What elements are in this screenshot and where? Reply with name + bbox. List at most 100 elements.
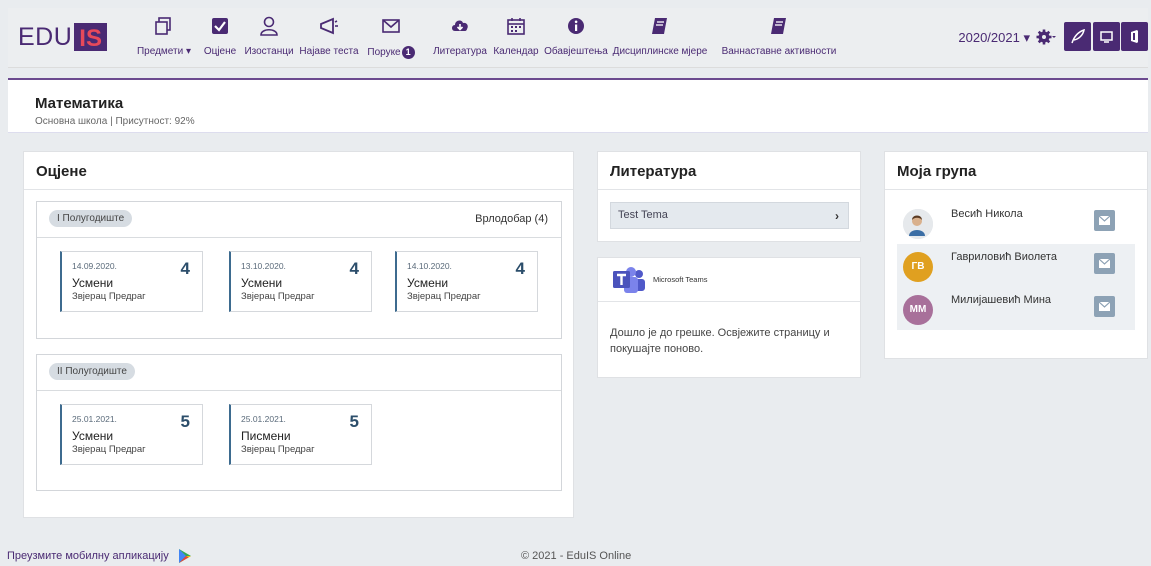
page-subtitle: Основна школа | Присутност: 92% [35,116,195,127]
office-button[interactable] [1121,22,1148,51]
chevron-down-icon: ▾ [185,46,191,57]
copyright-text: © 2021 - EduIS Online [521,550,632,562]
grade-teacher: Звјерац Предраг [241,291,315,302]
book-icon [771,18,786,34]
grades-panel-title: Оцјене [36,163,87,180]
calendar-icon [507,18,525,35]
feather-button[interactable] [1064,22,1091,51]
nav-label-literature: Литература [433,46,487,57]
book-icon [652,18,667,34]
group-panel-title: Моја група [897,163,977,180]
term-header: I Полугодиште Врлодобар (4) [37,202,561,238]
term-label: II Полугодиште [49,363,135,380]
book-open-icon [1100,31,1113,43]
chevron-down-icon: ▾ [1023,30,1030,45]
grade-card[interactable]: 25.01.2021. 5 Писмени Звјерац Предраг [229,404,372,465]
term-summary: Врлодобар (4) [475,213,548,225]
literature-item[interactable]: Test Tema › [610,202,849,229]
nav-label-disciplinary-measures: Дисциплинске мјере [612,46,708,57]
download-app-link[interactable]: Преузмите мобилну апликацију [7,550,169,562]
nav-item-extracurricular[interactable]: Ваннаставне активности [713,12,845,64]
microsoft-teams-icon [613,267,645,293]
grade-type: Усмени [72,429,114,443]
literature-panel: Литература Test Tema › [597,151,861,242]
grade-card[interactable]: 13.10.2020. 4 Усмени Звјерац Предраг [229,251,372,312]
member-name: Гавриловић Виолета [951,251,1057,263]
group-member-row: Весић Никола [897,201,1135,244]
member-name: Милијашевић Мина [951,294,1052,306]
subject-header-card: Математика Основна школа | Присутност: 9… [8,78,1148,133]
send-message-button[interactable] [1094,253,1115,274]
nav-item-disciplinary-measures[interactable]: Дисциплинске мјере [610,12,710,64]
grade-date: 14.10.2020. [407,261,452,271]
avatar [903,209,933,239]
nav-item-literature[interactable]: Литература [431,12,489,64]
term-card-first: I Полугодиште Врлодобар (4) 14.09.2020. … [36,201,562,339]
teams-label: Microsoft Teams [653,275,708,284]
nav-label-test-announcements: Најаве теста [299,46,359,57]
grade-card[interactable]: 14.10.2020. 4 Усмени Звјерац Предраг [395,251,538,312]
error-message: Дошло је до грешке. Освјежите страницу и… [610,327,830,355]
grade-value: 4 [515,259,525,278]
megaphone-icon [320,17,338,35]
grade-value: 5 [180,412,190,431]
logo-box: IS [74,23,107,52]
nav-item-calendar[interactable]: Календар [490,12,542,64]
avatar: ГВ [903,252,933,282]
grade-type: Усмени [407,276,449,290]
send-message-button[interactable] [1094,210,1115,231]
literature-panel-title: Литература [610,163,697,180]
teams-panel: Microsoft Teams Дошло је до грешке. Освј… [597,257,861,378]
grade-date: 13.10.2020. [241,261,286,271]
nav-item-grades[interactable]: Оцјене [201,12,239,64]
person-photo-icon [903,209,933,239]
divider [885,189,1147,190]
user-outline-icon [260,16,278,36]
envelope-icon [1099,259,1110,268]
grade-type: Усмени [72,276,114,290]
envelope-icon [382,19,400,33]
nav-item-subjects[interactable]: Предмети ▾ [120,12,208,64]
nav-item-absences[interactable]: Изостанци [241,12,297,64]
office-icon [1131,30,1138,43]
grades-panel: Оцјене I Полугодиште Врлодобар (4) 14.09… [23,151,574,518]
grade-date: 14.09.2020. [72,261,117,271]
grade-teacher: Звјерац Предраг [72,444,146,455]
settings-dropdown[interactable] [1036,28,1056,46]
send-message-button[interactable] [1094,296,1115,317]
envelope-icon [1099,216,1110,225]
nav-label-subjects: Предмети [136,46,184,57]
gear-icon [1036,29,1056,45]
book-button[interactable] [1093,22,1120,51]
envelope-icon [1099,302,1110,311]
nav-item-notifications[interactable]: Обавјештења [543,12,609,64]
group-member-row: ММ Милијашевић Мина [897,287,1135,330]
logo-text: EDU [18,22,73,51]
divider [598,301,860,302]
cloud-download-icon [452,20,468,31]
nav-item-messages[interactable]: Поруке 1 [360,12,422,64]
app-logo[interactable]: EDU IS [18,22,107,52]
subjects-icon [155,17,171,35]
grade-date: 25.01.2021. [241,414,286,424]
google-play-icon[interactable] [177,548,193,564]
grade-type: Усмени [241,276,283,290]
nav-label-messages: Поруке [367,47,401,58]
group-member-row: ГВ Гавриловић Виолета [897,244,1135,287]
grade-teacher: Звјерац Предраг [407,291,481,302]
grade-teacher: Звјерац Предраг [72,291,146,302]
school-year-dropdown[interactable]: 2020/2021 ▾ [958,30,1030,46]
nav-item-test-announcements[interactable]: Најаве теста [299,12,359,64]
feather-icon [1071,29,1085,44]
divider [598,189,860,190]
my-group-panel: Моја група Весић Никола ГВ Гавриловић Ви… [884,151,1148,359]
member-name: Весић Никола [951,208,1023,220]
grade-card[interactable]: 14.09.2020. 4 Усмени Звјерац Предраг [60,251,203,312]
checkbox-icon [212,18,228,34]
grade-type: Писмени [241,429,291,443]
unread-messages-badge: 1 [401,46,415,59]
literature-item-label: Test Tema [618,209,668,221]
grade-value: 5 [349,412,359,431]
grade-card[interactable]: 25.01.2021. 5 Усмени Звјерац Предраг [60,404,203,465]
term-card-second: II Полугодиште 25.01.2021. 5 Усмени Звје… [36,354,562,491]
